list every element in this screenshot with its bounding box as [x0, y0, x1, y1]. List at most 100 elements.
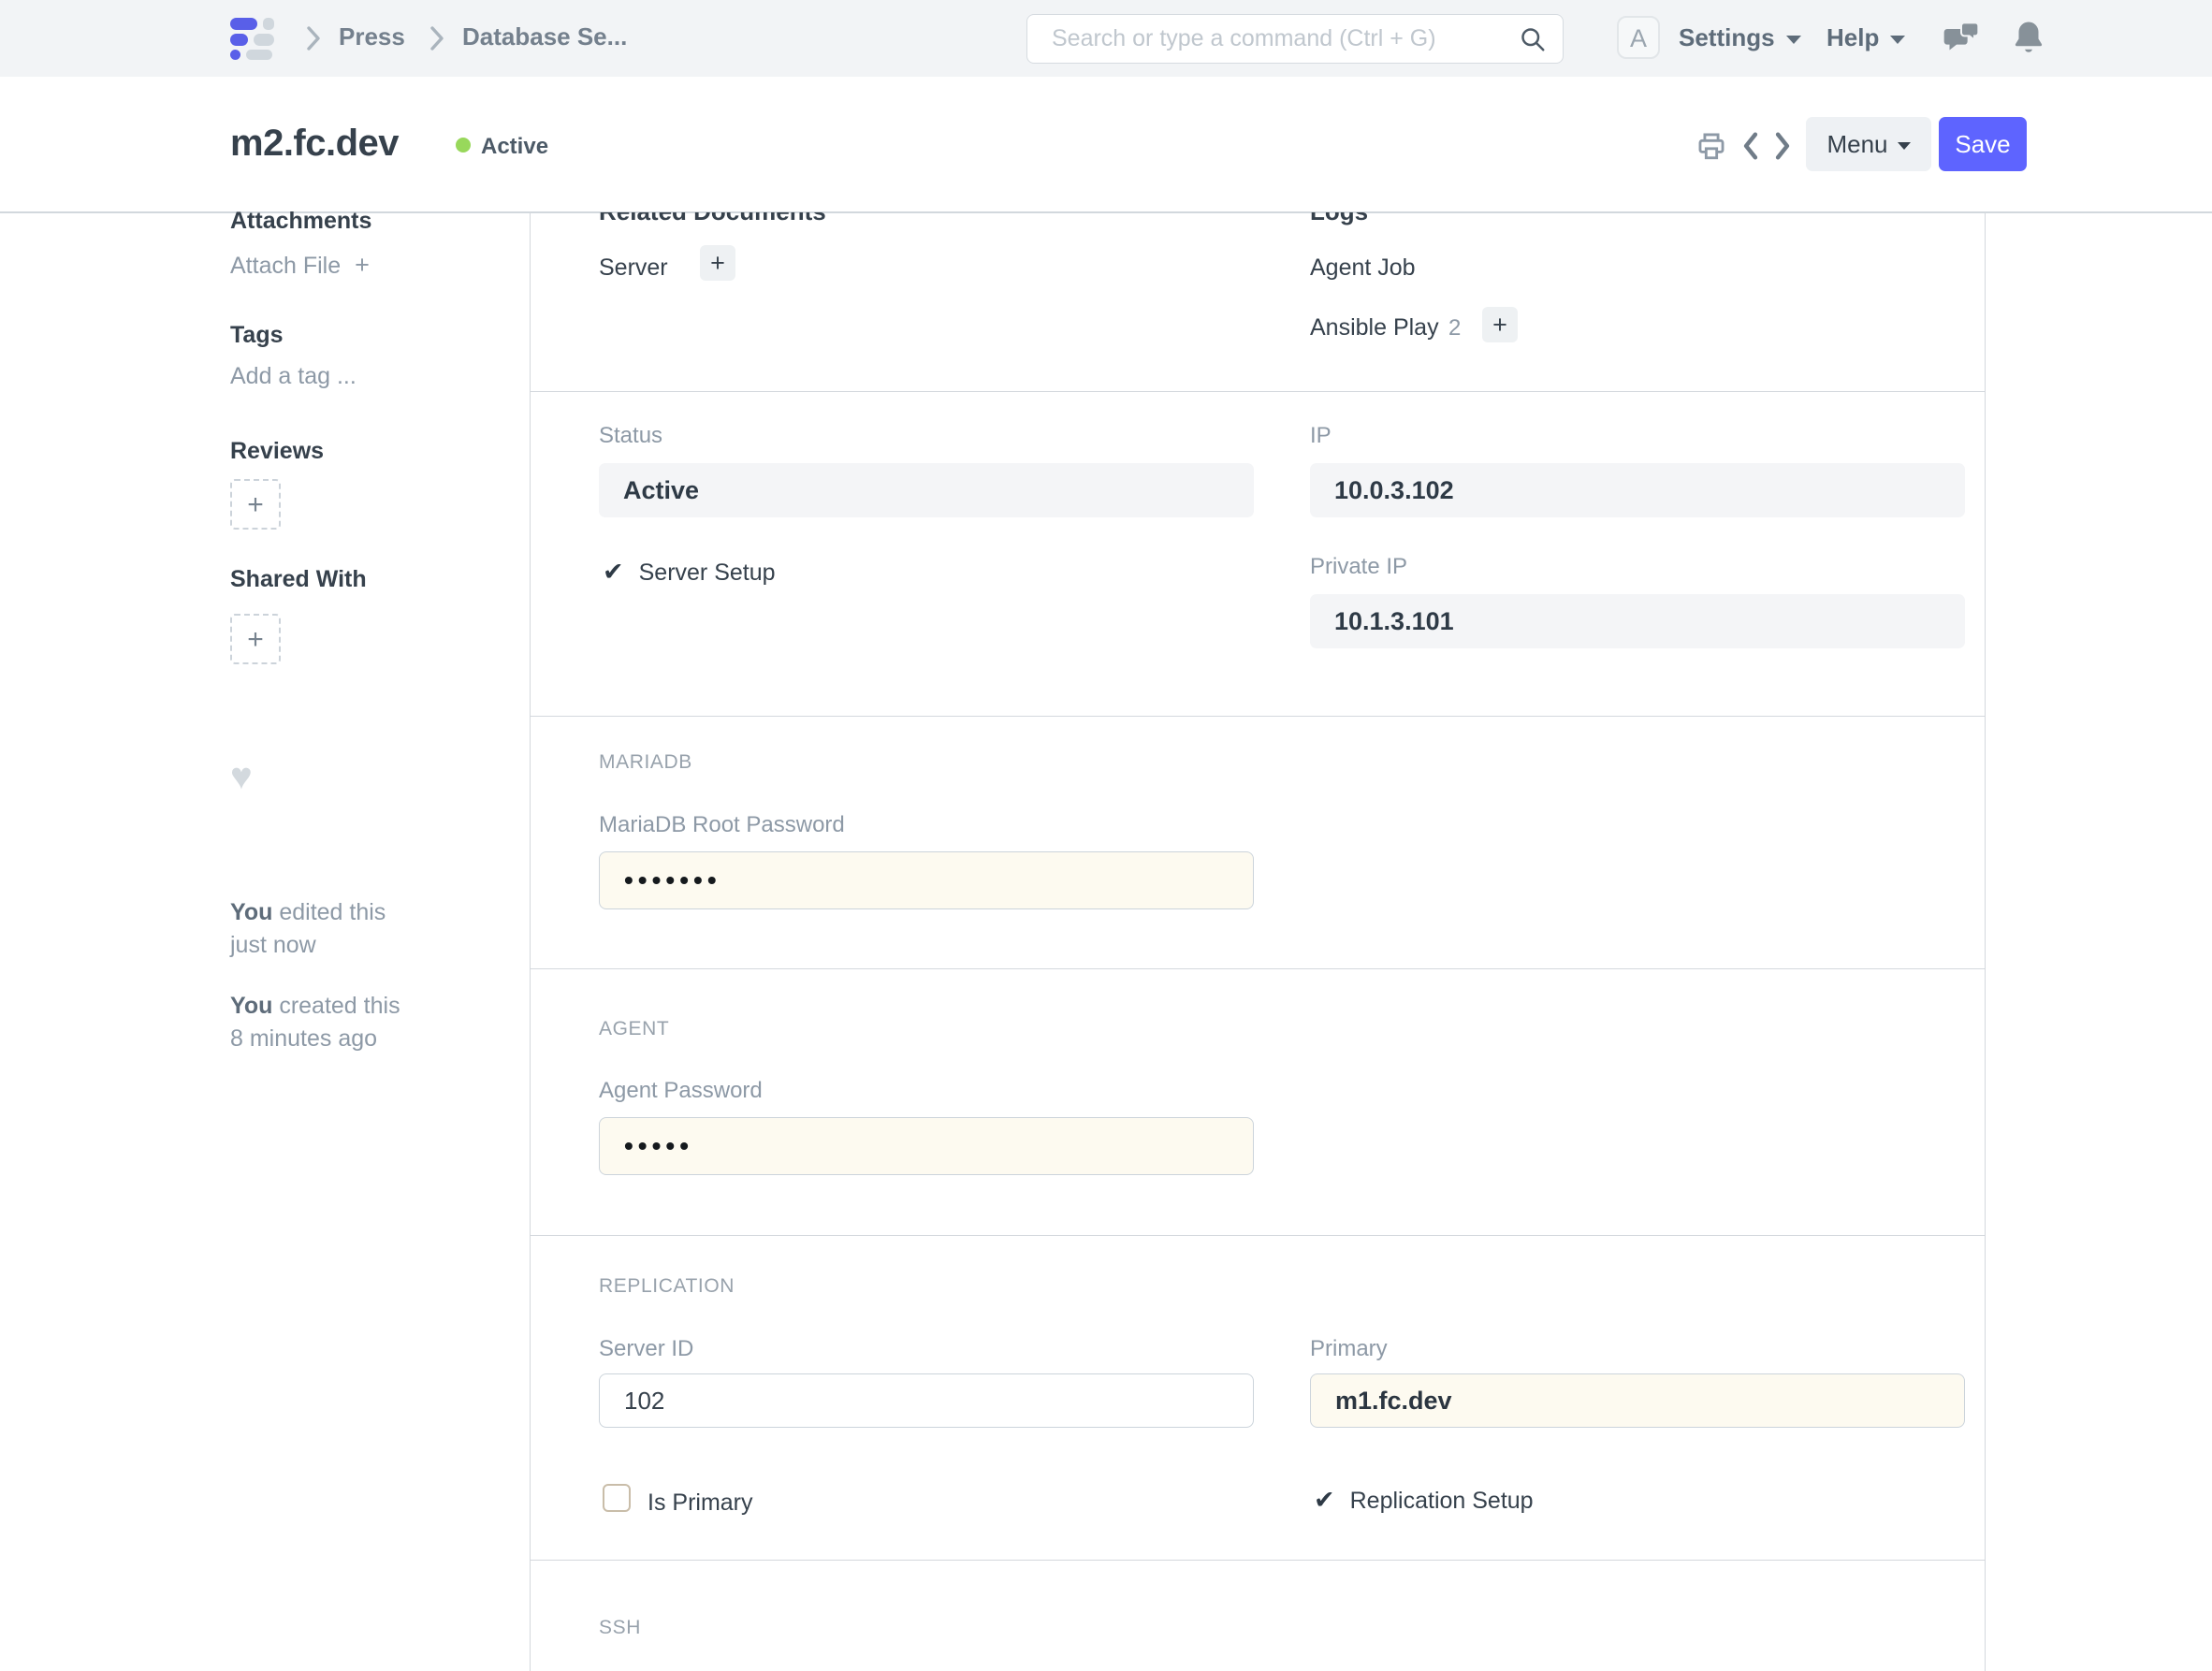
like-heart-icon[interactable]: ♥	[230, 756, 253, 798]
replication-section-heading: REPLICATION	[599, 1275, 735, 1298]
logo-pill	[254, 34, 274, 46]
agent-password-input[interactable]	[599, 1117, 1254, 1175]
section-divider	[530, 968, 1986, 969]
ip-field-value: 10.0.3.102	[1310, 463, 1965, 517]
ssh-section-heading: SSH	[599, 1617, 641, 1639]
avatar[interactable]: A	[1617, 16, 1660, 59]
replication-setup-check: ✔ Replication Setup	[1314, 1486, 1534, 1515]
tags-heading: Tags	[230, 322, 284, 349]
status-indicator-dot	[456, 138, 471, 153]
breadcrumb-item-database-server[interactable]: Database Se...	[462, 22, 627, 51]
private-ip-field-label: Private IP	[1310, 554, 1407, 580]
breadcrumb-chevron-icon	[429, 24, 445, 52]
plus-icon: +	[355, 251, 370, 279]
mariadb-root-password-input[interactable]	[599, 851, 1254, 909]
edited-who: You	[230, 899, 272, 925]
primary-label: Primary	[1310, 1336, 1388, 1362]
server-id-label: Server ID	[599, 1336, 693, 1362]
log-link-ansible-play[interactable]: Ansible Play	[1310, 314, 1439, 341]
section-divider	[530, 716, 1986, 717]
server-setup-check: ✔ Server Setup	[603, 558, 776, 587]
logs-heading: Logs	[1310, 212, 1368, 226]
plus-icon: +	[247, 624, 264, 655]
settings-menu[interactable]: Settings	[1679, 23, 1801, 52]
save-button[interactable]: Save	[1939, 117, 2027, 171]
related-link-server[interactable]: Server	[599, 254, 668, 282]
status-field-value: Active	[599, 463, 1254, 517]
created-line1: You created this	[230, 990, 400, 1023]
replication-setup-label: Replication Setup	[1350, 1488, 1534, 1514]
app-root: Press Database Se... A Settings Help m2.…	[0, 0, 2212, 1671]
created-when: 8 minutes ago	[230, 1023, 400, 1055]
add-tag-input[interactable]: Add a tag ...	[230, 363, 357, 390]
chevron-down-icon	[1898, 142, 1911, 150]
add-server-button[interactable]: +	[700, 245, 735, 281]
log-link-agent-job[interactable]: Agent Job	[1310, 254, 1416, 282]
help-menu[interactable]: Help	[1826, 23, 1905, 52]
ip-field-label: IP	[1310, 423, 1332, 449]
edited-activity: You edited this just now	[230, 896, 386, 962]
heart-glyph: ♥	[230, 756, 253, 797]
feedback-chat-icon[interactable]	[1943, 21, 1980, 56]
logo-pill	[246, 50, 272, 60]
add-ansible-play-button[interactable]: +	[1482, 307, 1518, 342]
navbar: Press Database Se... A Settings Help	[0, 0, 2212, 78]
settings-label: Settings	[1679, 23, 1775, 51]
edited-line1: You edited this	[230, 896, 386, 929]
search-icon[interactable]	[1519, 25, 1547, 53]
status-indicator-label: Active	[481, 134, 548, 160]
agent-password-label: Agent Password	[599, 1078, 763, 1104]
is-primary-label: Is Primary	[648, 1489, 753, 1517]
attach-file-label: Attach File	[230, 253, 341, 279]
section-divider	[530, 1235, 1986, 1236]
related-documents-heading: Related Documents	[599, 212, 826, 226]
plus-icon: +	[710, 249, 725, 277]
breadcrumb-chevron-icon	[305, 24, 322, 52]
page-title: m2.fc.dev	[230, 123, 399, 165]
chevron-down-icon	[1786, 36, 1801, 44]
plus-icon: +	[1492, 311, 1507, 339]
agent-section-heading: AGENT	[599, 1018, 669, 1040]
menu-button-label: Menu	[1826, 130, 1887, 158]
page-head: m2.fc.dev Active Menu Save	[0, 77, 2212, 213]
notifications-bell-icon[interactable]	[2012, 19, 2045, 56]
attach-file-button[interactable]: Attach File +	[230, 251, 370, 280]
form-body	[530, 212, 1986, 1671]
logo-pill	[263, 18, 274, 30]
private-ip-field-value: 10.1.3.101	[1310, 594, 1965, 648]
section-divider	[530, 391, 1986, 392]
primary-input[interactable]	[1310, 1373, 1965, 1428]
print-icon[interactable]	[1695, 130, 1727, 162]
logo-pill	[230, 18, 257, 30]
breadcrumb-item-press[interactable]: Press	[339, 22, 405, 51]
dashboard-headings-clip: Related Documents Logs	[531, 212, 1984, 255]
ansible-play-count: 2	[1448, 315, 1461, 341]
chevron-down-icon	[1890, 36, 1905, 44]
prev-document-icon[interactable]	[1739, 131, 1763, 161]
edited-when: just now	[230, 929, 386, 962]
menu-button[interactable]: Menu	[1806, 117, 1931, 171]
status-field-label: Status	[599, 423, 662, 449]
logo-pill	[230, 34, 248, 46]
check-icon: ✔	[603, 558, 624, 586]
next-document-icon[interactable]	[1770, 131, 1795, 161]
created-who: You	[230, 993, 272, 1019]
search-input[interactable]	[1026, 14, 1564, 64]
edited-action: edited this	[279, 899, 386, 925]
attachments-heading: Attachments	[230, 208, 371, 235]
reviews-heading: Reviews	[230, 438, 324, 465]
plus-icon: +	[247, 489, 264, 520]
is-primary-checkbox[interactable]	[603, 1484, 631, 1512]
server-id-input[interactable]	[599, 1373, 1254, 1428]
help-label: Help	[1826, 23, 1879, 51]
check-icon: ✔	[1314, 1486, 1335, 1514]
created-activity: You created this 8 minutes ago	[230, 990, 400, 1055]
server-setup-label: Server Setup	[639, 559, 776, 586]
add-review-button[interactable]: +	[230, 479, 281, 530]
section-divider	[530, 1560, 1986, 1561]
mariadb-section-heading: MARIADB	[599, 751, 692, 774]
mariadb-root-password-label: MariaDB Root Password	[599, 812, 845, 838]
app-logo-icon[interactable]	[230, 18, 283, 61]
add-share-button[interactable]: +	[230, 614, 281, 664]
shared-with-heading: Shared With	[230, 566, 367, 593]
